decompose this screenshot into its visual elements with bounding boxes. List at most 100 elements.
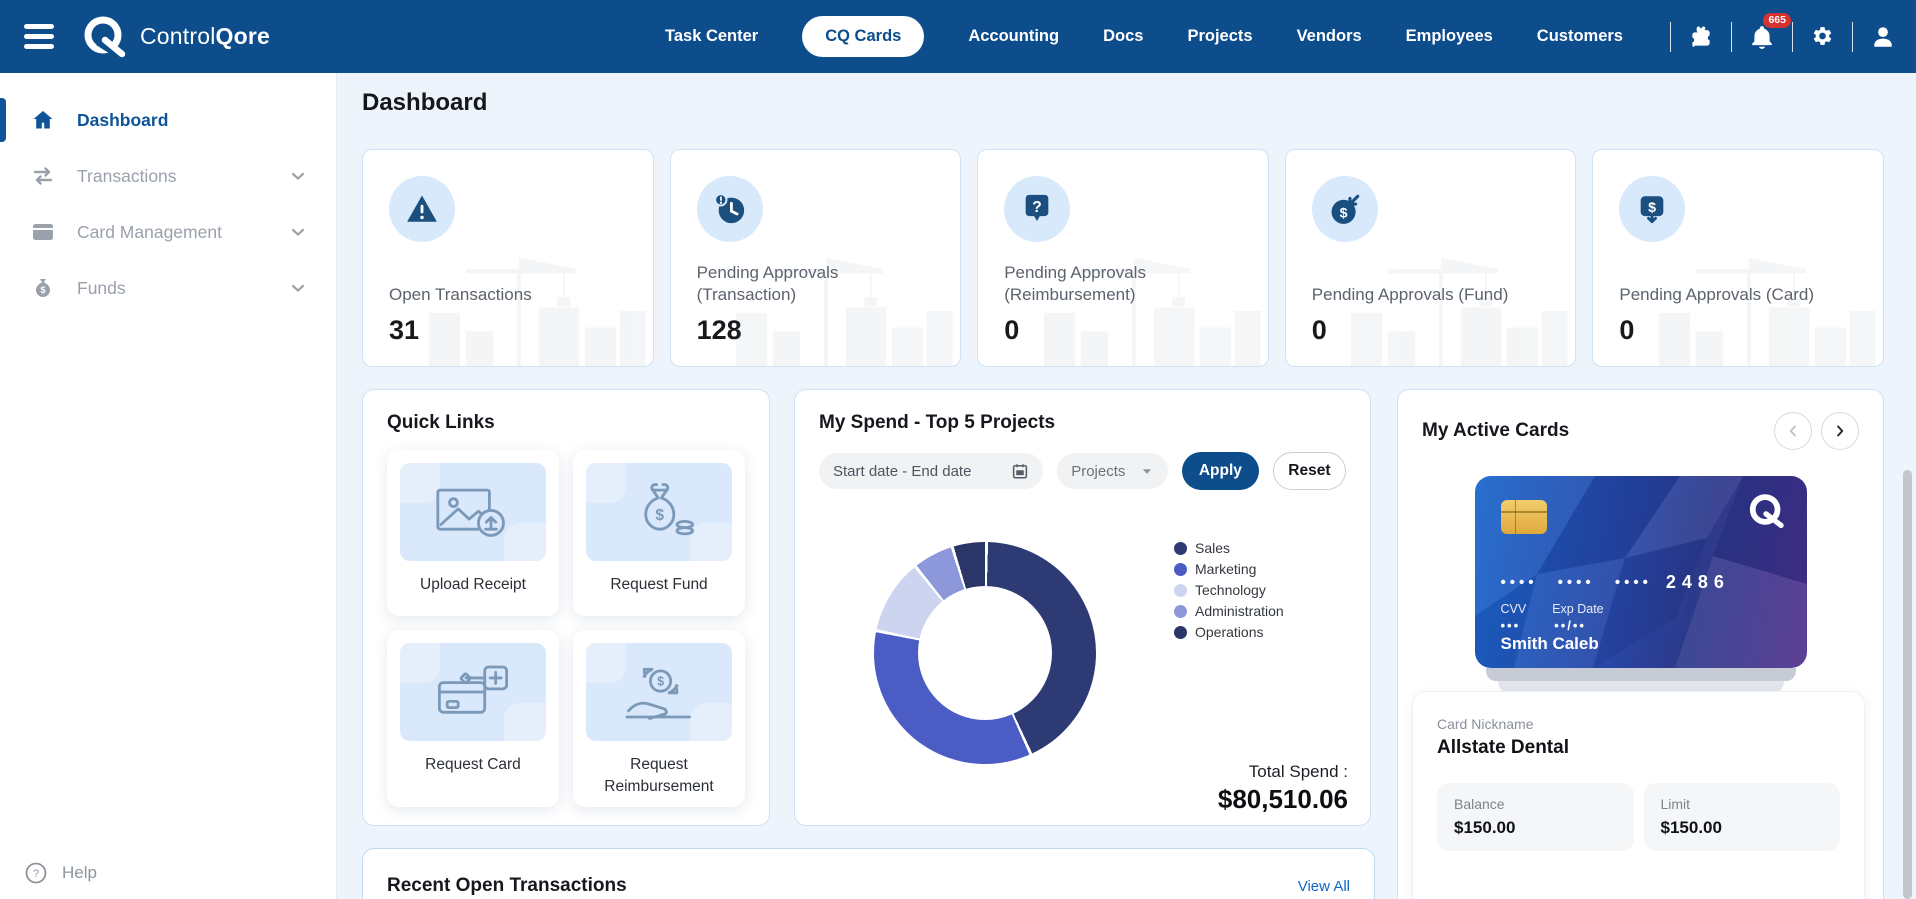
stat-value: 31 — [389, 315, 420, 345]
reset-button[interactable]: Reset — [1272, 452, 1346, 490]
profile-user-icon[interactable] — [1866, 20, 1900, 54]
apply-button[interactable]: Apply — [1181, 452, 1259, 490]
total-spend-value: $80,510.06 — [1217, 784, 1348, 814]
brand-name: ControlQore — [140, 23, 271, 49]
limit-value: $150.00 — [1660, 818, 1722, 837]
quick-link-request-reimbursement[interactable]: $ Request Reimbursement — [573, 630, 745, 808]
balance-box: Balance $150.00 — [1437, 783, 1634, 851]
fund-coin-arrow-icon: $ — [1311, 176, 1378, 242]
sidebar-item-funds[interactable]: $ Funds — [0, 260, 336, 316]
quick-link-upload-receipt[interactable]: Upload Receipt — [387, 450, 559, 616]
card-q-logo-icon — [1743, 490, 1789, 536]
brand-logo[interactable]: ControlQore — [78, 11, 270, 63]
nav-customers[interactable]: Customers — [1537, 27, 1623, 46]
top-navigation: Task Center CQ Cards Accounting Docs Pro… — [665, 16, 1623, 57]
legend-dot — [1174, 604, 1187, 618]
donut-hole — [918, 586, 1052, 720]
stat-card-pending-card[interactable]: $ Pending Approvals (Card) 0 — [1592, 149, 1884, 367]
sidebar-item-card-management[interactable]: Card Management — [0, 204, 336, 260]
transactions-arrows-icon — [31, 164, 55, 188]
help-link[interactable]: ? Help — [24, 861, 97, 885]
nav-task-center[interactable]: Task Center — [665, 27, 758, 46]
card-chip — [1500, 500, 1547, 534]
quick-links-title: Quick Links — [387, 412, 495, 433]
nav-cq-cards[interactable]: CQ Cards — [802, 16, 925, 57]
notifications-bell-icon[interactable]: 665 — [1745, 12, 1791, 54]
quick-links-panel: Quick Links Upload Receipt $ Request Fun… — [362, 389, 770, 826]
sidebar-item-transactions[interactable]: Transactions — [0, 148, 336, 204]
recent-transactions-panel: Recent Open Transactions View All — [362, 848, 1375, 899]
projects-select[interactable]: Projects — [1057, 453, 1168, 489]
rewards-icon[interactable] — [1684, 20, 1718, 54]
svg-text:?: ? — [1032, 199, 1042, 216]
card-number-mask: •••• •••• •••• — [1500, 574, 1652, 591]
request-reimbursement-icon: $ — [586, 643, 732, 741]
credit-card-icon — [31, 220, 55, 244]
view-all-link[interactable]: View All — [1298, 878, 1350, 895]
stat-card-pending-reimbursement[interactable]: ? Pending Approvals (Reimbursement) 0 — [977, 149, 1269, 367]
svg-text:$: $ — [1648, 200, 1656, 216]
vertical-scrollbar-thumb[interactable] — [1903, 470, 1912, 899]
stat-value: 0 — [1004, 315, 1020, 345]
quick-link-request-fund[interactable]: $ Request Fund — [573, 450, 745, 616]
stat-card-pending-transaction[interactable]: Pending Approvals (Transaction) 128 — [669, 149, 962, 367]
credit-card-visual: •••• •••• •••• 2486 CVV Exp Date ••• ••/… — [1474, 476, 1807, 668]
legend-label: Marketing — [1195, 561, 1257, 577]
carousel-next-button[interactable] — [1821, 412, 1859, 450]
hamburger-menu-icon[interactable] — [18, 18, 60, 55]
nav-vendors[interactable]: Vendors — [1297, 27, 1362, 46]
sidebar-item-label: Card Management — [77, 221, 222, 242]
carousel-prev-button[interactable] — [1774, 412, 1812, 450]
donut-chart — [874, 542, 1096, 764]
funds-money-bag-icon: $ — [31, 276, 55, 300]
cvv-mask: ••• — [1500, 618, 1521, 633]
total-spend-label: Total Spend : — [1248, 762, 1348, 781]
nav-accounting[interactable]: Accounting — [968, 27, 1059, 46]
separator — [1852, 21, 1853, 52]
card-number: •••• •••• •••• 2486 — [1501, 572, 1730, 593]
date-range-input[interactable]: Start date - End date — [819, 453, 1044, 489]
separator — [1731, 21, 1732, 52]
chevron-down-icon — [288, 278, 308, 298]
sidebar: Dashboard Transactions Card Management $… — [0, 73, 337, 899]
help-label: Help — [62, 863, 97, 882]
settings-gear-icon[interactable] — [1806, 20, 1839, 53]
legend-label: Administration — [1195, 603, 1284, 619]
pending-clock-icon — [696, 176, 763, 242]
sidebar-item-dashboard[interactable]: Dashboard — [0, 92, 336, 148]
nav-projects[interactable]: Projects — [1187, 27, 1252, 46]
main-content: Dashboard Open Transactions 31 Pending A… — [337, 73, 1916, 899]
recent-transactions-title: Recent Open Transactions — [387, 875, 627, 896]
quick-link-label: Request Reimbursement — [604, 756, 714, 795]
nav-employees[interactable]: Employees — [1406, 27, 1493, 46]
upload-receipt-icon — [400, 463, 546, 561]
nav-docs[interactable]: Docs — [1103, 27, 1143, 46]
stat-label: Pending Approvals (Fund) — [1311, 285, 1509, 305]
stat-value: 128 — [696, 315, 742, 345]
card-last4: 2486 — [1665, 572, 1730, 592]
stat-label: Pending Approvals (Reimbursement) — [1004, 262, 1146, 305]
notification-count-badge: 665 — [1763, 12, 1791, 29]
stat-card-open-transactions[interactable]: Open Transactions 31 — [362, 149, 654, 367]
page-title: Dashboard — [362, 89, 488, 116]
my-active-cards-panel: My Active Cards •••• •••• •••• 2486 CVV … — [1397, 389, 1884, 899]
exp-date-label: Exp Date — [1552, 602, 1604, 616]
calendar-icon — [1011, 462, 1029, 480]
total-spend: Total Spend : $80,510.06 — [1218, 762, 1348, 815]
stat-cards-row: Open Transactions 31 Pending Approvals (… — [362, 149, 1884, 367]
legend-item: Technology — [1174, 582, 1284, 598]
legend-dot — [1174, 583, 1187, 597]
my-spend-title: My Spend - Top 5 Projects — [819, 412, 1056, 433]
stat-card-pending-fund[interactable]: $ Pending Approvals (Fund) 0 — [1284, 149, 1577, 367]
chart-legend: Sales Marketing Technology Administratio… — [1174, 540, 1284, 640]
separator — [1792, 21, 1793, 52]
legend-dot — [1174, 562, 1187, 576]
legend-dot — [1174, 541, 1187, 555]
my-active-cards-title: My Active Cards — [1422, 420, 1570, 441]
card-dollar-arrow-icon: $ — [1619, 176, 1686, 242]
q-logo-icon — [78, 11, 130, 63]
legend-label: Operations — [1195, 624, 1264, 640]
svg-text:$: $ — [655, 507, 664, 524]
quick-link-request-card[interactable]: Request Card — [387, 630, 559, 808]
cvv-label: CVV — [1500, 602, 1527, 616]
